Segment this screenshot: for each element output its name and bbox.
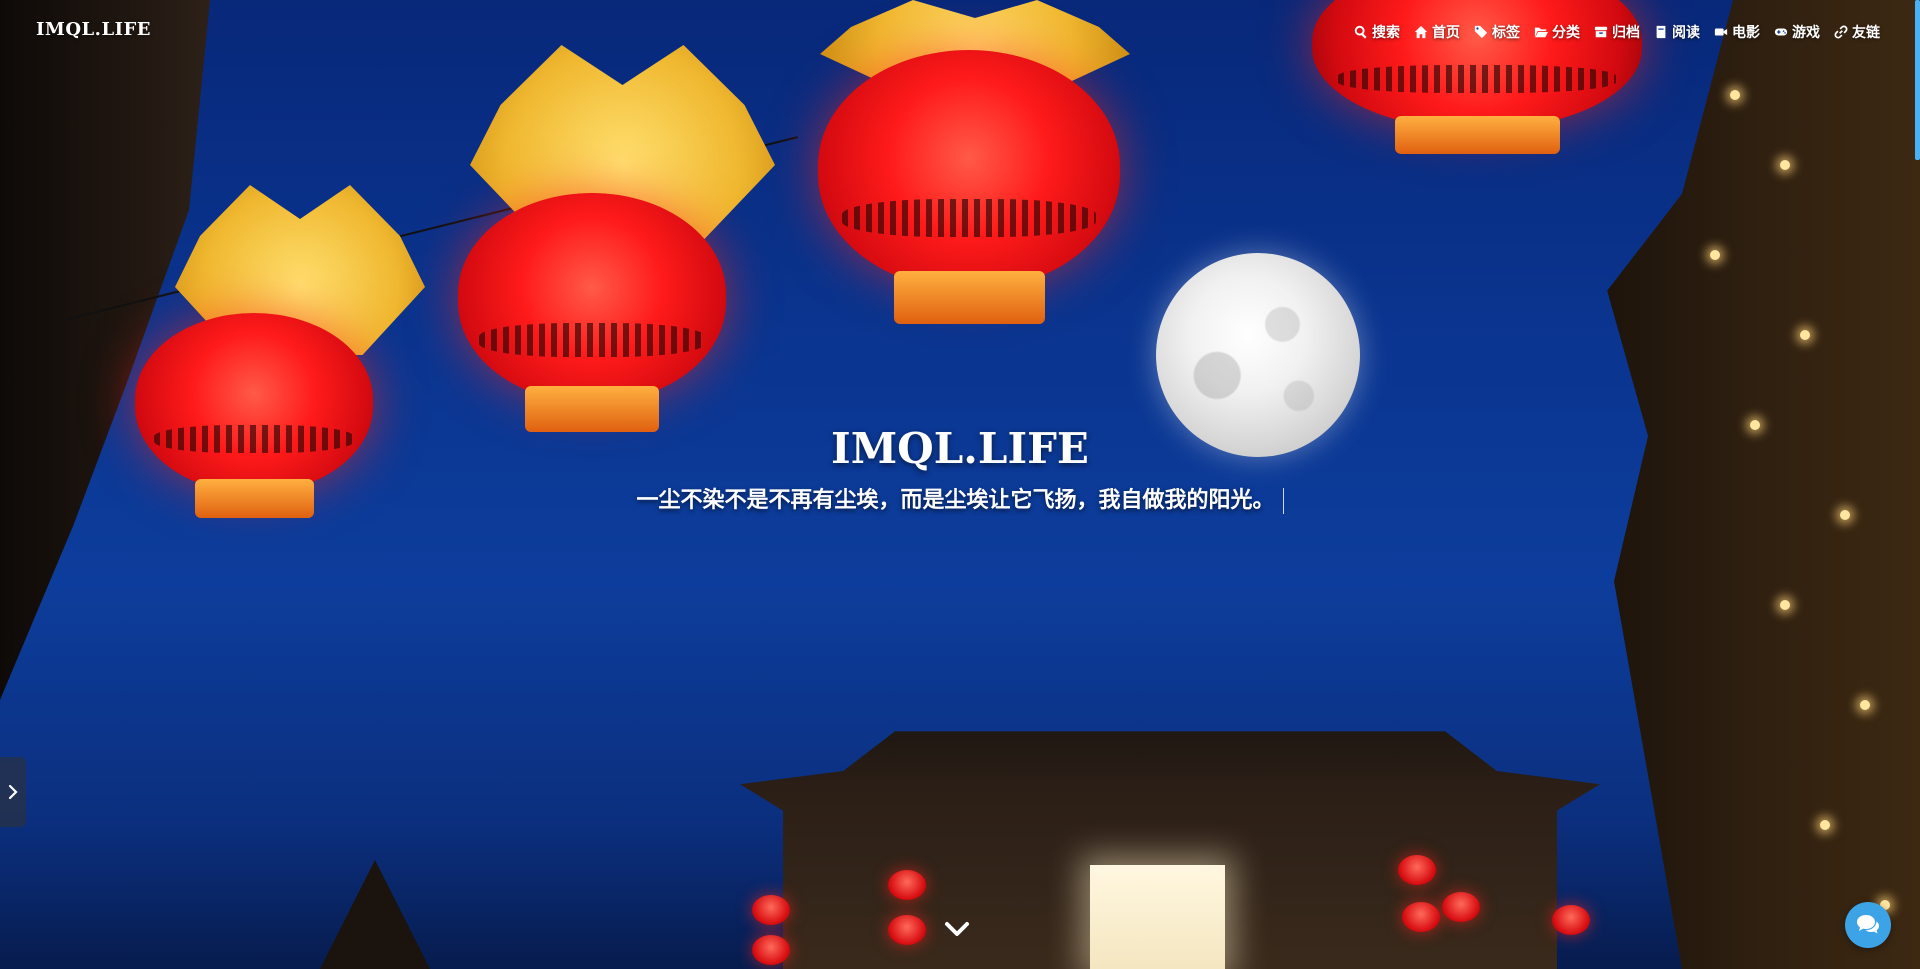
sidebar-toggle-button[interactable]: [0, 757, 26, 827]
hero-title: IMQL.LIFE: [831, 424, 1089, 473]
small-lantern: [888, 870, 926, 900]
nav-item-links[interactable]: 友链: [1834, 22, 1880, 42]
hero-banner: IMQL.LIFE 搜索 首页 标签 分类 归档 阅读 电影 游戏 友链 IMQ…: [0, 0, 1920, 969]
archive-icon: [1594, 26, 1608, 38]
main-nav: 搜索 首页 标签 分类 归档 阅读 电影 游戏 友链: [1354, 22, 1880, 42]
nav-item-categories[interactable]: 分类: [1534, 22, 1580, 42]
small-lantern: [1552, 905, 1590, 935]
book-icon: [1656, 25, 1666, 39]
nav-item-archives[interactable]: 归档: [1594, 22, 1640, 42]
nav-item-label: 分类: [1552, 25, 1580, 41]
nav-item-reading[interactable]: 阅读: [1654, 22, 1700, 42]
link-icon: [1834, 25, 1848, 39]
nav-item-movies[interactable]: 电影: [1714, 22, 1760, 42]
nav-item-label: 归档: [1612, 25, 1640, 41]
tags-icon: [1474, 25, 1488, 39]
nav-item-label: 游戏: [1792, 25, 1820, 41]
nav-item-tags[interactable]: 标签: [1474, 22, 1520, 42]
typing-caret: [1282, 488, 1284, 514]
search-icon: [1354, 25, 1367, 39]
nav-item-label: 搜索: [1372, 25, 1400, 41]
chevron-right-icon: [8, 784, 18, 800]
small-lantern: [1398, 855, 1436, 885]
nav-item-label: 电影: [1732, 25, 1760, 41]
site-logo[interactable]: IMQL.LIFE: [36, 19, 151, 40]
home-icon: [1414, 25, 1428, 39]
hero-subtitle: 一尘不染不是不再有尘埃，而是尘埃让它飞扬，我自做我的阳光。: [0, 482, 1920, 514]
hero-subtitle-text: 一尘不染不是不再有尘埃，而是尘埃让它飞扬，我自做我的阳光。: [636, 487, 1275, 513]
temple-lit-doorway: [1090, 865, 1225, 969]
small-lantern: [752, 895, 790, 925]
chat-button[interactable]: [1845, 902, 1891, 948]
chat-icon: [1857, 915, 1879, 934]
nav-item-label: 标签: [1492, 25, 1520, 41]
small-lantern: [888, 915, 926, 945]
nav-item-label: 阅读: [1672, 25, 1700, 41]
scroll-down-button[interactable]: [943, 920, 971, 940]
video-icon: [1714, 28, 1728, 36]
nav-item-label: 友链: [1852, 25, 1880, 41]
folder-open-icon: [1534, 27, 1548, 38]
page-scrollbar[interactable]: [1915, 0, 1920, 160]
chevron-down-icon: [945, 922, 969, 936]
pagoda-tower-silhouette: [320, 860, 430, 969]
small-lantern: [1442, 892, 1480, 922]
nav-item-label: 首页: [1432, 25, 1460, 41]
red-lantern: [1312, 0, 1642, 154]
small-lantern: [752, 935, 790, 965]
nav-item-home[interactable]: 首页: [1414, 22, 1460, 42]
nav-item-search[interactable]: 搜索: [1354, 22, 1400, 42]
red-lantern: [458, 193, 726, 433]
small-lantern: [1402, 902, 1440, 932]
gamepad-icon: [1774, 28, 1788, 36]
nav-item-games[interactable]: 游戏: [1774, 22, 1820, 42]
red-lantern: [818, 50, 1120, 324]
